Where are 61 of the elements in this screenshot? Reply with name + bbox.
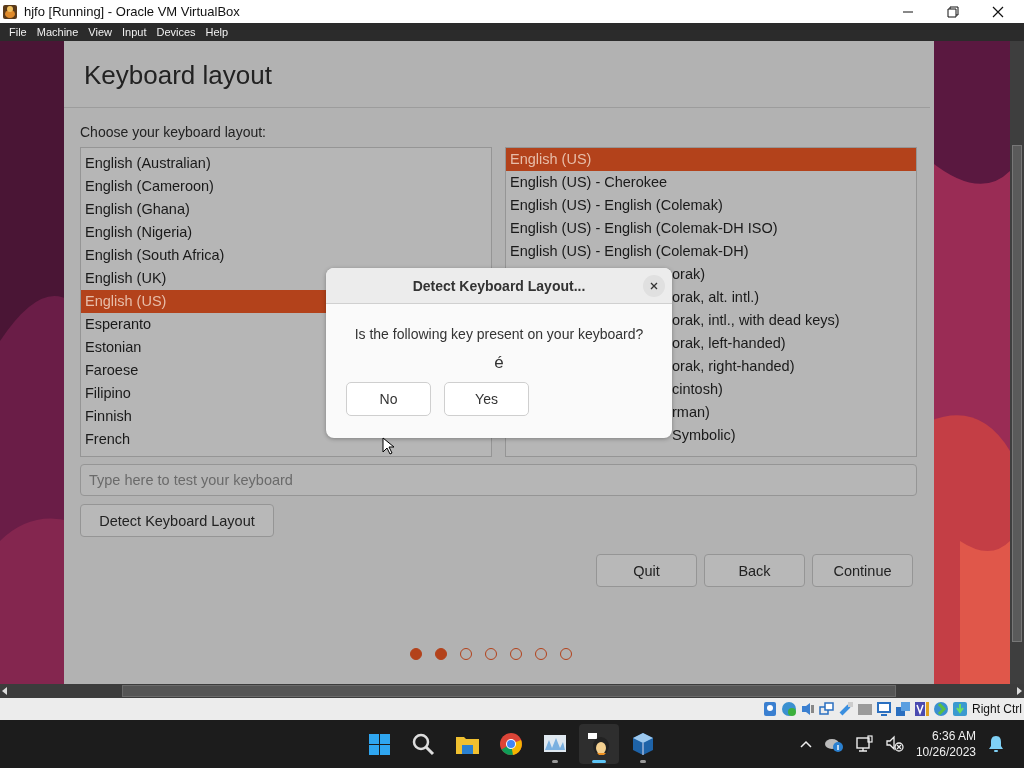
list-item[interactable]: French	[81, 428, 491, 451]
bird-icon	[587, 732, 611, 756]
cube-icon	[631, 732, 655, 756]
list-item[interactable]: English (US) - Cherokee	[506, 171, 916, 194]
close-icon	[650, 282, 658, 290]
dialog-button[interactable]: Yes	[444, 382, 529, 416]
maximize-icon[interactable]	[947, 5, 959, 18]
running-indicator	[640, 760, 646, 763]
list-item[interactable]: English (US) - English (Colemak)	[506, 194, 916, 217]
nav-button[interactable]: Back	[704, 554, 805, 587]
muted-speaker-icon[interactable]	[885, 735, 904, 753]
vertical-scrollbar[interactable]	[1010, 41, 1024, 684]
scroll-right-icon[interactable]	[1014, 685, 1024, 697]
windows-icon	[367, 732, 391, 756]
input-field[interactable]: Type here to test your keyboard	[80, 464, 917, 496]
running-indicator	[592, 760, 606, 763]
menu-item[interactable]: Devices	[151, 26, 201, 38]
windows-stack-icon[interactable]	[895, 701, 911, 717]
v-icon[interactable]	[914, 701, 930, 717]
nav-button[interactable]: Continue	[812, 554, 913, 587]
dialog-button[interactable]: No	[346, 382, 431, 416]
scrollbar-thumb[interactable]	[122, 685, 896, 697]
window-title: hjfo [Running] - Oracle VM VirtualBox	[24, 4, 241, 19]
key-character: é	[494, 353, 504, 373]
list-item[interactable]: English (Cameroon)	[81, 175, 491, 198]
list-item[interactable]: English (Nigeria)	[81, 221, 491, 244]
close-button[interactable]	[643, 275, 665, 297]
search-icon	[411, 732, 435, 756]
usb-icon[interactable]	[838, 701, 854, 717]
display-icon[interactable]	[876, 701, 892, 717]
browser-icon	[499, 732, 523, 756]
speaker-icon[interactable]	[800, 701, 816, 717]
clock-time[interactable]: 6:36 AM	[931, 728, 976, 744]
download-icon[interactable]	[952, 701, 968, 717]
menu-item[interactable]: Machine	[31, 26, 84, 38]
list-item[interactable]: English (Australian)	[81, 152, 491, 175]
page-heading: Keyboard layout	[83, 59, 272, 92]
network-icon[interactable]	[855, 735, 874, 753]
optical-disc-icon[interactable]	[781, 701, 797, 717]
prompt-text: Choose your keyboard layout:	[80, 123, 266, 141]
clock-date[interactable]: 10/26/2023	[915, 744, 976, 760]
taskbar-button[interactable]	[579, 724, 619, 764]
host-key-label: Right Ctrl	[972, 702, 1022, 716]
chevron-up-icon[interactable]	[799, 740, 812, 748]
bell-icon[interactable]	[988, 735, 1004, 753]
question-text: Is the following key present on your keyboard?	[354, 326, 644, 342]
menu-item[interactable]: Help	[200, 26, 234, 38]
nav-button[interactable]: Quit	[596, 554, 697, 587]
scroll-left-icon[interactable]	[0, 685, 10, 697]
list-item[interactable]: English (US) - English (Colemak-DH)	[506, 240, 916, 263]
menu-item[interactable]: View	[83, 26, 117, 38]
app-icon	[2, 3, 18, 20]
menu-item[interactable]: Input	[116, 26, 152, 38]
list-item[interactable]: English (US) - English (Colemak-DH ISO)	[506, 217, 916, 240]
cloud-icon[interactable]	[823, 736, 844, 752]
menu-item[interactable]: File	[4, 26, 32, 38]
list-item[interactable]: English (Ghana)	[81, 198, 491, 221]
list-item[interactable]: English (South Africa)	[81, 244, 491, 267]
close-icon[interactable]	[992, 5, 1004, 18]
detect-button[interactable]: Detect Keyboard Layout	[80, 504, 274, 537]
running-indicator	[552, 760, 558, 763]
